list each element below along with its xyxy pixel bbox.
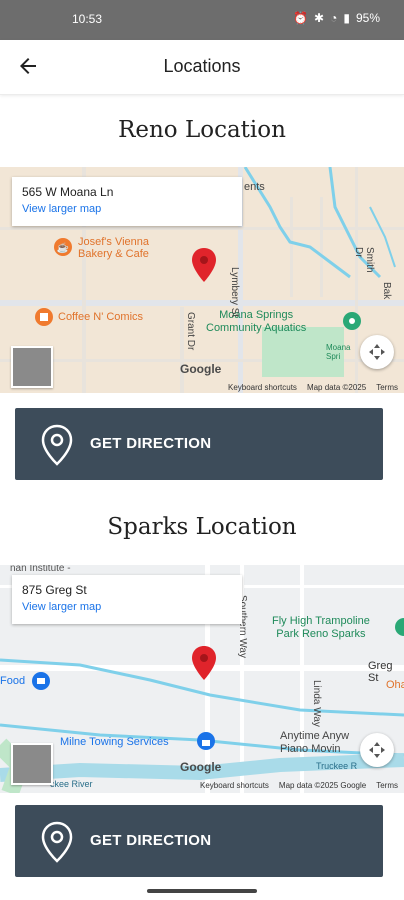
cafe-icon[interactable]: ☕ — [53, 237, 73, 257]
poi-moana-springs: Moana Spri — [326, 343, 351, 361]
reno-map[interactable]: ☕ Josef's Vienna Bakery & Cafe Coffee N'… — [0, 167, 404, 393]
pool-icon[interactable] — [342, 311, 362, 331]
map-data-text: Map data ©2025 — [306, 383, 367, 392]
map-data-text: Map data ©2025 Google — [278, 781, 367, 790]
sparks-info-card: 875 Greg St View larger map — [12, 575, 242, 624]
street-lymbery: Lymbery St — [229, 267, 240, 318]
google-logo: Google — [180, 760, 222, 774]
wifi-icon: ◔ — [330, 11, 338, 25]
map-pin-icon[interactable] — [191, 247, 217, 283]
svg-text:☕: ☕ — [57, 241, 69, 254]
page-title: Locations — [163, 56, 241, 76]
reno-info-card: 565 W Moana Ln View larger map — [12, 177, 242, 226]
sparks-map-footer: Keyboard shortcuts Map data ©2025 Google… — [200, 781, 398, 790]
poi-anytime-piano[interactable]: Anytime Anyw Piano Movin — [280, 730, 349, 756]
sparks-address: 875 Greg St — [22, 583, 87, 597]
reno-get-direction-label: GET DIRECTION — [90, 435, 212, 452]
reno-address: 565 W Moana Ln — [22, 185, 114, 199]
gesture-nav-bar[interactable] — [147, 889, 257, 893]
keyboard-shortcuts-link[interactable]: Keyboard shortcuts — [200, 781, 269, 790]
bluetooth-icon: ✱ — [314, 11, 325, 25]
river-truckee: Truckee R — [316, 761, 358, 771]
app-bar: Locations — [0, 40, 404, 95]
status-time: 10:53 — [72, 12, 103, 26]
reno-street-view-thumbnail[interactable] — [11, 346, 53, 388]
sparks-get-direction-label: GET DIRECTION — [90, 832, 212, 849]
alarm-icon: ⏰ — [293, 11, 309, 25]
status-bar: 10:53 ⏰ ✱ ◔ ▮ 95% — [0, 0, 404, 40]
poi-josefs[interactable]: Josef's Vienna Bakery & Cafe — [78, 236, 149, 260]
fullscreen-icon[interactable] — [360, 733, 394, 767]
signal-icon: ▮ — [343, 11, 350, 25]
street-grant: Grant Dr — [185, 312, 196, 351]
poi-food[interactable]: Food — [0, 675, 25, 687]
street-greg: Greg St — [368, 660, 393, 684]
street-smith: Smith Dr — [353, 247, 375, 273]
poi-moana-aquatics[interactable]: Moana Springs Community Aquatics — [206, 309, 306, 335]
battery-text: 95% — [355, 11, 380, 25]
sparks-map[interactable]: nan Institute - Fly High Trampoline Park… — [0, 565, 404, 793]
location-pin-icon — [41, 821, 73, 863]
reno-get-direction-button[interactable]: GET DIRECTION — [15, 408, 383, 480]
poi-fly-high[interactable]: Fly High Trampoline Park Reno Sparks — [272, 615, 370, 641]
street-linda-way: Linda Way — [311, 680, 322, 727]
street-bak: Bak — [381, 282, 392, 300]
sparks-title: Sparks Location — [107, 514, 297, 540]
terms-link[interactable]: Terms — [376, 383, 398, 392]
terms-link[interactable]: Terms — [376, 781, 398, 790]
shopping-icon[interactable] — [34, 307, 54, 327]
keyboard-shortcuts-link[interactable]: Keyboard shortcuts — [228, 383, 297, 392]
river-truckee-left: ckee River — [50, 779, 93, 789]
sparks-street-view-thumbnail[interactable] — [11, 743, 53, 785]
sparks-get-direction-button[interactable]: GET DIRECTION — [15, 805, 383, 877]
map-pin-icon[interactable] — [191, 645, 217, 681]
shopping-icon[interactable] — [31, 671, 51, 691]
google-logo: Google — [180, 362, 222, 376]
park-icon[interactable] — [394, 617, 404, 637]
reno-title: Reno Location — [118, 117, 286, 143]
poi-institute: nan Institute - — [10, 565, 71, 574]
sparks-view-larger-link[interactable]: View larger map — [22, 601, 232, 613]
location-pin-icon — [41, 424, 73, 466]
reno-view-larger-link[interactable]: View larger map — [22, 203, 232, 215]
fullscreen-icon[interactable] — [360, 335, 394, 369]
lock-icon[interactable] — [196, 731, 216, 751]
reno-map-footer: Keyboard shortcuts Map data ©2025 Terms — [228, 383, 398, 392]
poi-coffee-n-comics[interactable]: Coffee N' Comics — [58, 311, 143, 323]
status-icons: ⏰ ✱ ◔ ▮ 95% — [293, 11, 380, 25]
poi-milne-towing[interactable]: Milne Towing Services — [60, 736, 169, 748]
street-ents: ents — [244, 181, 265, 193]
